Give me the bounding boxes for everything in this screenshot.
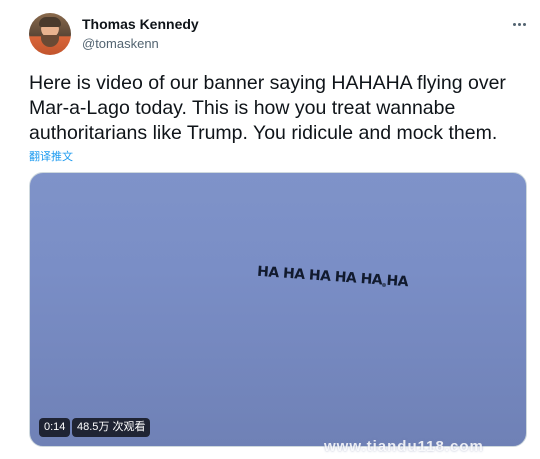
- video-views-badge: 48.5万 次观看: [72, 418, 151, 437]
- author-handle[interactable]: @tomaskenn: [82, 36, 159, 51]
- video-duration-badge: 0:14: [39, 418, 71, 437]
- tweet-card[interactable]: Thomas Kennedy @tomaskenn Here is video …: [0, 0, 540, 459]
- avatar-beard: [41, 35, 59, 47]
- translate-tweet-link[interactable]: 翻译推文: [29, 148, 73, 164]
- site-watermark: www.tiandu118.com: [324, 438, 484, 455]
- author-display-name[interactable]: Thomas Kennedy: [82, 16, 199, 32]
- ellipsis-dot: [522, 22, 526, 26]
- plane-tow-line: [382, 283, 386, 287]
- author-avatar[interactable]: [29, 13, 71, 55]
- video-player[interactable]: HA HA HA HA HA HA 0:14 48.5万 次观看: [29, 172, 527, 447]
- banner-text: HA HA HA HA HA HA: [256, 263, 409, 291]
- tweet-text: Here is video of our banner saying HAHAH…: [29, 72, 506, 144]
- avatar-hair: [39, 17, 61, 27]
- ellipsis-icon[interactable]: [508, 18, 530, 30]
- ellipsis-dot: [512, 22, 516, 26]
- ellipsis-dot: [517, 22, 521, 26]
